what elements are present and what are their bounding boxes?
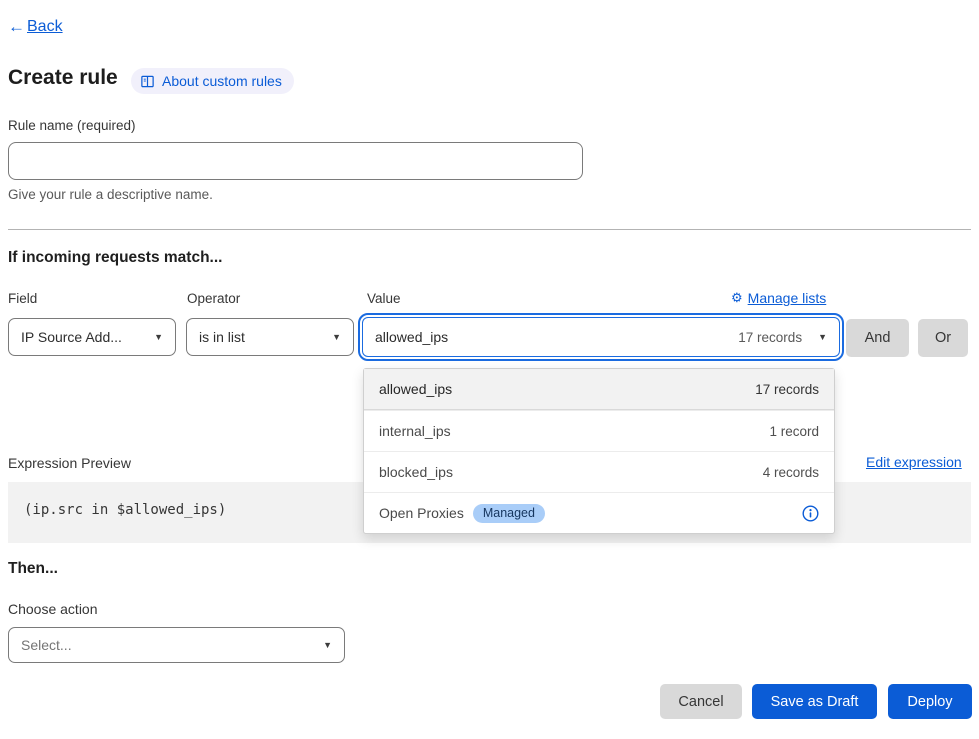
deploy-button[interactable]: Deploy bbox=[888, 684, 972, 719]
expression-preview-label: Expression Preview bbox=[8, 455, 131, 471]
chevron-down-icon: ▼ bbox=[154, 332, 163, 342]
manage-lists-link[interactable]: ⚙ Manage lists bbox=[731, 290, 826, 306]
rule-name-label: Rule name (required) bbox=[8, 118, 136, 133]
edit-expression-link[interactable]: Edit expression bbox=[866, 454, 962, 470]
managed-badge: Managed bbox=[473, 504, 545, 523]
list-item-records: 1 record bbox=[769, 424, 819, 439]
list-item-name: allowed_ips bbox=[379, 381, 452, 397]
page-title: Create rule bbox=[8, 66, 118, 90]
match-section-heading: If incoming requests match... bbox=[8, 249, 222, 267]
choose-action-label: Choose action bbox=[8, 601, 98, 617]
operator-select-value: is in list bbox=[199, 329, 245, 345]
section-divider bbox=[8, 229, 971, 230]
or-button[interactable]: Or bbox=[918, 319, 968, 357]
rule-name-input[interactable] bbox=[8, 142, 583, 180]
about-custom-rules-label: About custom rules bbox=[162, 73, 282, 89]
value-column-label: Value bbox=[367, 291, 401, 306]
cancel-button[interactable]: Cancel bbox=[660, 684, 742, 719]
value-select-selected: allowed_ips bbox=[375, 329, 448, 345]
edit-expression-label: Edit expression bbox=[866, 454, 962, 470]
list-item-records: 4 records bbox=[763, 465, 819, 480]
list-item-name: blocked_ips bbox=[379, 464, 453, 480]
back-link[interactable]: ← Back bbox=[8, 17, 63, 37]
operator-column-label: Operator bbox=[187, 291, 240, 306]
list-item-internal-ips[interactable]: internal_ips 1 record bbox=[364, 410, 834, 451]
and-button[interactable]: And bbox=[846, 319, 909, 357]
value-select-records: 17 records bbox=[738, 330, 802, 345]
list-item-name: internal_ips bbox=[379, 423, 451, 439]
list-item-allowed-ips[interactable]: allowed_ips 17 records bbox=[364, 369, 834, 410]
manage-lists-label: Manage lists bbox=[748, 290, 827, 306]
about-custom-rules-link[interactable]: About custom rules bbox=[131, 68, 294, 94]
list-item-open-proxies[interactable]: Open Proxies Managed bbox=[364, 492, 834, 533]
back-arrow-icon: ← bbox=[8, 17, 25, 37]
info-icon[interactable] bbox=[802, 505, 819, 522]
list-item-blocked-ips[interactable]: blocked_ips 4 records bbox=[364, 451, 834, 492]
expression-code: (ip.src in $allowed_ips) bbox=[24, 502, 226, 518]
list-item-name: Open Proxies bbox=[379, 505, 464, 521]
operator-select[interactable]: is in list ▼ bbox=[186, 318, 354, 356]
then-section-heading: Then... bbox=[8, 560, 58, 578]
chevron-down-icon: ▼ bbox=[323, 640, 332, 650]
value-select[interactable]: allowed_ips 17 records ▼ bbox=[362, 317, 840, 357]
back-link-label: Back bbox=[27, 18, 63, 36]
value-select-focus-ring: allowed_ips 17 records ▼ bbox=[358, 313, 844, 361]
book-icon bbox=[140, 74, 155, 89]
rule-name-help-text: Give your rule a descriptive name. bbox=[8, 187, 213, 202]
save-as-draft-button[interactable]: Save as Draft bbox=[752, 684, 877, 719]
value-dropdown-panel: allowed_ips 17 records internal_ips 1 re… bbox=[363, 368, 835, 534]
field-column-label: Field bbox=[8, 291, 37, 306]
action-select[interactable]: Select... ▼ bbox=[8, 627, 345, 663]
gear-icon: ⚙ bbox=[731, 290, 743, 306]
create-rule-page: ← Back Create rule About custom rules Ru… bbox=[0, 0, 979, 739]
field-select-value: IP Source Add... bbox=[21, 329, 122, 345]
chevron-down-icon: ▼ bbox=[818, 332, 827, 342]
chevron-down-icon: ▼ bbox=[332, 332, 341, 342]
action-select-placeholder: Select... bbox=[21, 637, 72, 653]
list-item-records: 17 records bbox=[755, 382, 819, 397]
field-select[interactable]: IP Source Add... ▼ bbox=[8, 318, 176, 356]
